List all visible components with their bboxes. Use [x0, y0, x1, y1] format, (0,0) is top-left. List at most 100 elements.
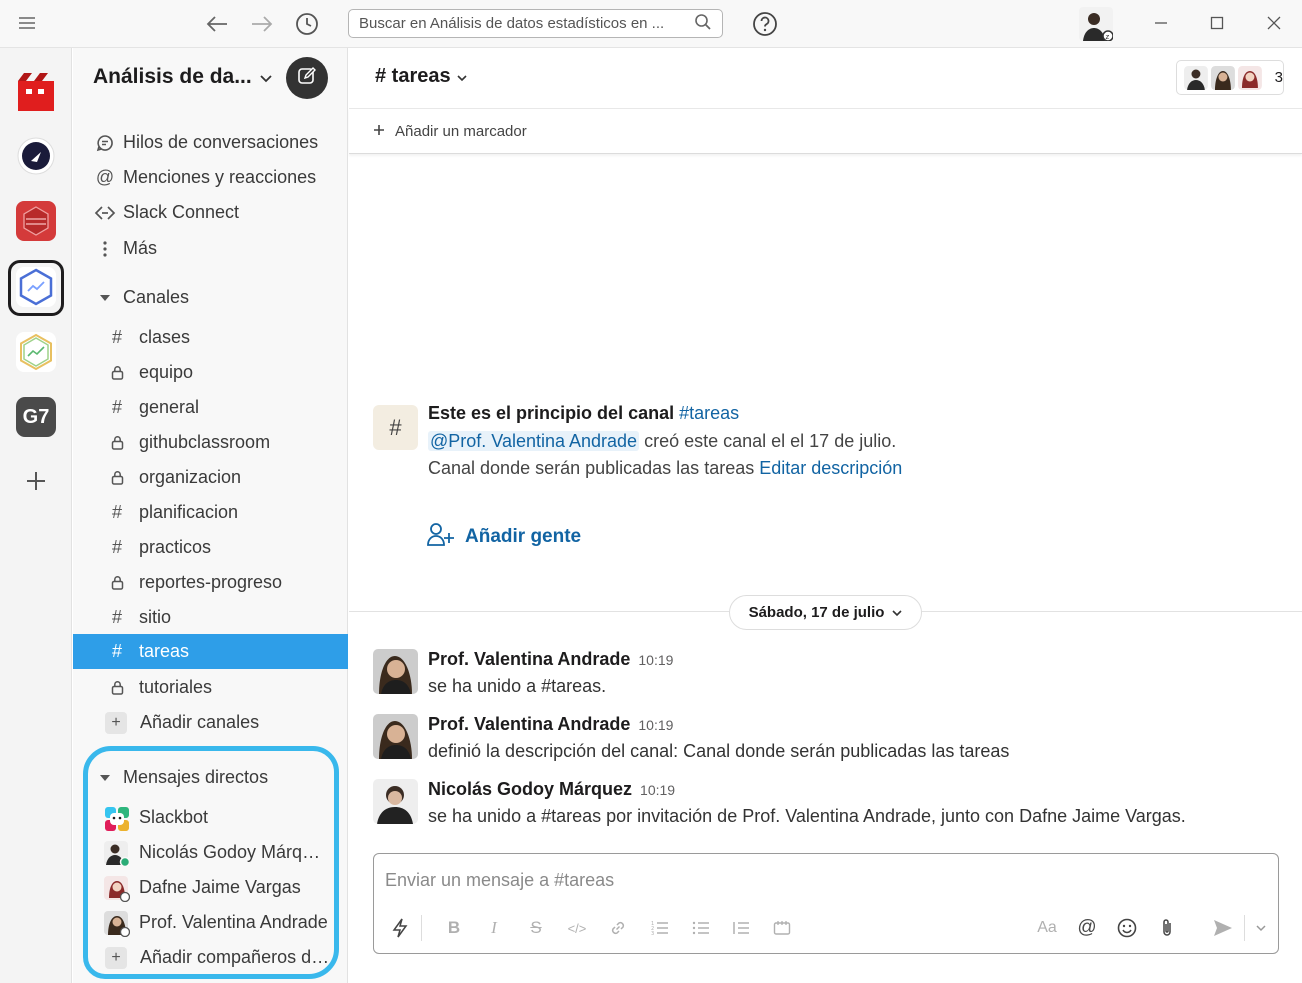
- member-avatar: [1210, 65, 1235, 90]
- message-composer[interactable]: Enviar un mensaje a #tareas B I S </> 12…: [373, 853, 1279, 954]
- channel-practicos[interactable]: # practicos: [73, 530, 348, 565]
- message-timestamp[interactable]: 10:19: [638, 717, 673, 733]
- message-text: definió la descripción del canal: Canal …: [428, 741, 1010, 761]
- send-options-chevron-icon[interactable]: [1247, 914, 1275, 942]
- user-avatar[interactable]: [373, 714, 418, 759]
- channel-description-line: Canal donde serán publicadas las tareas …: [428, 458, 903, 478]
- blockquote-icon[interactable]: [727, 914, 755, 942]
- message-timestamp[interactable]: 10:19: [638, 652, 673, 668]
- channel-created-line: @Prof. Valentina Andrade creó este canal…: [428, 431, 897, 451]
- link-icon[interactable]: [604, 914, 632, 942]
- nav-slack-connect[interactable]: Slack Connect: [73, 195, 348, 230]
- workspace-5-icon[interactable]: [16, 332, 56, 372]
- hash-icon: #: [111, 502, 122, 522]
- workspace-4-icon[interactable]: [16, 267, 56, 307]
- workspace-6-icon[interactable]: G7: [16, 397, 56, 437]
- message-author[interactable]: Prof. Valentina Andrade 10:19: [428, 714, 673, 735]
- back-arrow-icon[interactable]: [203, 10, 231, 38]
- hamburger-menu-icon[interactable]: [14, 12, 40, 34]
- caret-down-icon: [90, 294, 120, 302]
- formatting-toggle-button[interactable]: Aa: [1033, 914, 1061, 942]
- channel-organizacion[interactable]: organizacion: [73, 460, 348, 495]
- user-avatar[interactable]: z: [1078, 6, 1114, 42]
- send-icon[interactable]: [1209, 914, 1237, 942]
- threads-icon: [90, 134, 120, 152]
- add-bookmark-button[interactable]: Añadir un marcador: [349, 108, 1302, 154]
- message-text: se ha unido a #tareas.: [428, 676, 607, 696]
- add-people-button[interactable]: Añadir gente: [427, 522, 581, 552]
- code-icon[interactable]: </>: [563, 914, 591, 942]
- channel-link[interactable]: #tareas: [679, 403, 739, 423]
- hash-icon: #: [111, 327, 122, 347]
- forward-arrow-icon[interactable]: [248, 10, 276, 38]
- slack-connect-icon: [90, 205, 120, 221]
- channel-hash-icon: #: [373, 405, 418, 450]
- channel-title-button[interactable]: # tareas: [375, 65, 467, 88]
- channel-githubclassroom[interactable]: githubclassroom: [73, 425, 348, 460]
- search-input[interactable]: Buscar en Análisis de datos estadísticos…: [348, 9, 723, 38]
- shortcuts-lightning-icon[interactable]: [386, 914, 414, 942]
- message-author[interactable]: Prof. Valentina Andrade 10:19: [428, 649, 673, 670]
- code-block-icon[interactable]: [768, 914, 796, 942]
- channel-view: # tareas 3 Añadir un marcador # Este es …: [349, 48, 1302, 983]
- at-icon: @: [95, 167, 115, 187]
- history-clock-icon[interactable]: [293, 10, 321, 38]
- channel-reportes-progreso[interactable]: reportes-progreso: [73, 565, 348, 600]
- emoji-icon[interactable]: [1113, 914, 1141, 942]
- channel-clases[interactable]: # clases: [73, 320, 348, 355]
- workspace-2-icon[interactable]: [16, 136, 56, 176]
- italic-icon[interactable]: I: [480, 914, 508, 942]
- strikethrough-icon[interactable]: S: [522, 914, 550, 942]
- search-icon: [694, 13, 712, 35]
- chevron-down-icon: [892, 604, 903, 621]
- creator-mention[interactable]: @Prof. Valentina Andrade: [428, 431, 640, 451]
- add-channels-button[interactable]: + Añadir canales: [73, 705, 348, 740]
- mention-at-icon[interactable]: @: [1073, 914, 1101, 942]
- channel-general[interactable]: # general: [73, 390, 348, 425]
- lock-icon: [105, 680, 129, 695]
- message-author[interactable]: Nicolás Godoy Márquez 10:19: [428, 779, 675, 800]
- help-icon[interactable]: [751, 10, 779, 38]
- toolbar-separator: [421, 915, 422, 941]
- chevron-down-icon: [457, 65, 467, 88]
- bold-icon[interactable]: B: [440, 914, 468, 942]
- workspace-1-icon[interactable]: [16, 71, 56, 111]
- attachment-paperclip-icon[interactable]: [1153, 914, 1181, 942]
- edit-description-link[interactable]: Editar descripción: [759, 458, 902, 478]
- compose-button[interactable]: [286, 57, 328, 99]
- channel-tareas[interactable]: # tareas: [73, 634, 348, 669]
- channel-sitio[interactable]: # sitio: [73, 600, 348, 635]
- composer-toolbar: B I S </> 123 Aa @: [374, 901, 1278, 953]
- channel-members-button[interactable]: 3: [1176, 60, 1284, 95]
- channel-equipo[interactable]: equipo: [73, 355, 348, 390]
- maximize-window-icon[interactable]: [1204, 10, 1230, 36]
- highlight-annotation: [83, 746, 339, 979]
- ordered-list-icon[interactable]: 123: [646, 914, 674, 942]
- nav-threads[interactable]: Hilos de conversaciones: [73, 125, 348, 160]
- user-avatar[interactable]: [373, 649, 418, 694]
- hash-icon: #: [111, 641, 122, 661]
- bullet-list-icon[interactable]: [687, 914, 715, 942]
- svg-text:3: 3: [651, 931, 654, 936]
- member-avatar: [1237, 65, 1262, 90]
- lock-icon: [105, 575, 129, 590]
- lock-icon: [105, 435, 129, 450]
- channel-planificacion[interactable]: # planificacion: [73, 495, 348, 530]
- hash-icon: #: [111, 397, 122, 417]
- nav-mentions[interactable]: @ Menciones y reacciones: [73, 160, 348, 195]
- add-workspace-icon[interactable]: [16, 461, 56, 501]
- close-window-icon[interactable]: [1261, 10, 1287, 36]
- channel-tutoriales[interactable]: tutoriales: [73, 670, 348, 705]
- channels-section-header[interactable]: Canales: [73, 280, 348, 315]
- workspace-3-icon[interactable]: [16, 201, 56, 241]
- user-avatar[interactable]: [373, 779, 418, 824]
- compose-icon: [297, 66, 317, 91]
- message-timestamp[interactable]: 10:19: [640, 782, 675, 798]
- minimize-window-icon[interactable]: [1148, 10, 1174, 36]
- workspace-rail: G7: [0, 48, 72, 983]
- date-divider-button[interactable]: Sábado, 17 de julio: [729, 595, 922, 630]
- nav-more[interactable]: Más: [73, 231, 348, 266]
- member-avatar: [1184, 65, 1208, 90]
- workspace-name-button[interactable]: Análisis de da...: [93, 65, 272, 89]
- more-icon: [90, 240, 120, 258]
